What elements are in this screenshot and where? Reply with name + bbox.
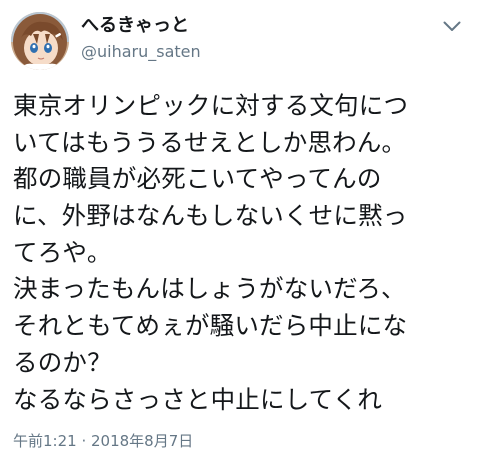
chevron-down-icon xyxy=(443,21,461,31)
tweet-menu-button[interactable] xyxy=(438,14,466,38)
avatar[interactable] xyxy=(11,12,69,70)
tweet-text-line: いてはもううるせえとしか思わん。 xyxy=(13,127,407,157)
display-name[interactable]: へるきゃっと xyxy=(81,15,189,37)
tweet-timestamp[interactable]: 午前1:21 · 2018年8月7日 xyxy=(13,431,193,451)
tweet-text-line: 東京オリンピックに対する文句につ xyxy=(13,91,409,120)
user-handle[interactable]: @uiharu_saten xyxy=(81,42,201,62)
tweet-text-line: るのか？ xyxy=(13,347,112,377)
tweet-text-line: それともてめぇが騒いだら中止にな xyxy=(13,311,408,341)
tweet-text-line: てろや。 xyxy=(13,237,112,267)
user-avatar-image xyxy=(11,12,69,70)
tweet-text: 東京オリンピックに対する文句につ いてはもううるせえとしか思わん。 都の職員が必… xyxy=(13,88,475,418)
tweet-card: へるきゃっと @uiharu_saten 東京オリンピックに対する文句につ いて… xyxy=(0,0,480,466)
tweet-text-line: に、外野はなんもしないくせに黙っ xyxy=(13,201,408,231)
tweet-text-line: 都の職員が必死こいてやってんの xyxy=(13,164,382,194)
tweet-text-line: 決まったもんはしょうがないだろ、 xyxy=(13,274,406,304)
tweet-text-line: なるならさっさと中止にしてくれ xyxy=(13,384,383,414)
